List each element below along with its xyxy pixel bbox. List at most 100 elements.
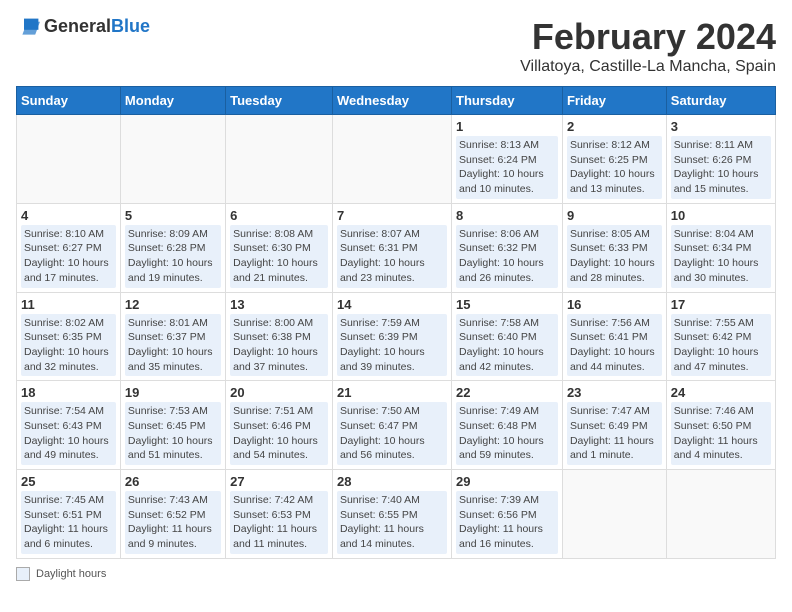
weekday-header-row: SundayMondayTuesdayWednesdayThursdayFrid… (17, 87, 776, 115)
day-number: 6 (230, 208, 328, 223)
day-number: 21 (337, 385, 447, 400)
day-number: 24 (671, 385, 771, 400)
calendar-cell: 27 Sunrise: 7:42 AMSunset: 6:53 PMDayligh… (226, 470, 333, 559)
day-info: Sunrise: 8:09 AMSunset: 6:28 PMDaylight:… (125, 225, 221, 288)
calendar-cell: 24 Sunrise: 7:46 AMSunset: 6:50 PMDayligh… (666, 381, 775, 470)
calendar-cell: 23 Sunrise: 7:47 AMSunset: 6:49 PMDayligh… (562, 381, 666, 470)
day-info: Sunrise: 8:05 AMSunset: 6:33 PMDaylight:… (567, 225, 662, 288)
day-info: Sunrise: 7:54 AMSunset: 6:43 PMDaylight:… (21, 402, 116, 465)
day-info: Sunrise: 8:11 AMSunset: 6:26 PMDaylight:… (671, 136, 771, 199)
calendar-cell (332, 115, 451, 204)
calendar-cell: 14Sunrise: 7:59 AMSunset: 6:39 PMDayligh… (332, 292, 451, 381)
day-number: 26 (125, 474, 221, 489)
day-number: 2 (567, 119, 662, 134)
calendar-cell: 29 Sunrise: 7:39 AMSunset: 6:56 PMDayligh… (452, 470, 563, 559)
day-number: 28 (337, 474, 447, 489)
weekday-header: Monday (120, 87, 225, 115)
day-info: Sunrise: 7:51 AMSunset: 6:46 PMDaylight:… (230, 402, 328, 465)
weekday-header: Thursday (452, 87, 563, 115)
calendar-cell: 8Sunrise: 8:06 AMSunset: 6:32 PMDaylight… (452, 203, 563, 292)
title-area: February 2024 Villatoya, Castille-La Man… (520, 16, 776, 76)
day-number: 11 (21, 297, 116, 312)
day-number: 29 (456, 474, 558, 489)
day-number: 25 (21, 474, 116, 489)
calendar-cell: 10 Sunrise: 8:04 AMSunset: 6:34 PMDayligh… (666, 203, 775, 292)
day-info: Sunrise: 7:43 AMSunset: 6:52 PMDaylight:… (125, 491, 221, 554)
header: GeneralBlue February 2024 Villatoya, Cas… (16, 16, 776, 76)
day-number: 3 (671, 119, 771, 134)
day-number: 27 (230, 474, 328, 489)
day-info: Sunrise: 7:58 AMSunset: 6:40 PMDaylight:… (456, 314, 558, 377)
weekday-header: Sunday (17, 87, 121, 115)
calendar-week-row: 11 Sunrise: 8:02 AMSunset: 6:35 PMDayligh… (17, 292, 776, 381)
calendar-cell (562, 470, 666, 559)
calendar-cell: 17Sunrise: 7:55 AMSunset: 6:42 PMDayligh… (666, 292, 775, 381)
day-info: Sunrise: 8:10 AMSunset: 6:27 PMDaylight:… (21, 225, 116, 288)
weekday-header: Tuesday (226, 87, 333, 115)
calendar-week-row: 25 Sunrise: 7:45 AMSunset: 6:51 PMDayligh… (17, 470, 776, 559)
day-info: Sunrise: 7:50 AMSunset: 6:47 PMDaylight:… (337, 402, 447, 465)
calendar-week-row: 4Sunrise: 8:10 AMSunset: 6:27 PMDaylight… (17, 203, 776, 292)
weekday-header: Friday (562, 87, 666, 115)
weekday-header: Saturday (666, 87, 775, 115)
day-info: Sunrise: 7:53 AMSunset: 6:45 PMDaylight:… (125, 402, 221, 465)
calendar-cell (226, 115, 333, 204)
day-number: 22 (456, 385, 558, 400)
day-info: Sunrise: 7:59 AMSunset: 6:39 PMDaylight:… (337, 314, 447, 377)
day-number: 19 (125, 385, 221, 400)
day-info: Sunrise: 7:39 AMSunset: 6:56 PMDaylight:… (456, 491, 558, 554)
footer: Daylight hours (16, 567, 776, 581)
calendar-cell: 2 Sunrise: 8:12 AMSunset: 6:25 PMDaylight… (562, 115, 666, 204)
calendar-cell: 18 Sunrise: 7:54 AMSunset: 6:43 PMDayligh… (17, 381, 121, 470)
day-number: 8 (456, 208, 558, 223)
calendar-cell: 26 Sunrise: 7:43 AMSunset: 6:52 PMDayligh… (120, 470, 225, 559)
day-number: 17 (671, 297, 771, 312)
calendar-cell: 7 Sunrise: 8:07 AMSunset: 6:31 PMDaylight… (332, 203, 451, 292)
logo-general: General (44, 16, 111, 36)
day-info: Sunrise: 8:00 AMSunset: 6:38 PMDaylight:… (230, 314, 328, 377)
day-info: Sunrise: 8:02 AMSunset: 6:35 PMDaylight:… (21, 314, 116, 377)
day-number: 7 (337, 208, 447, 223)
logo-icon (16, 17, 40, 37)
day-info: Sunrise: 7:49 AMSunset: 6:48 PMDaylight:… (456, 402, 558, 465)
logo-text: GeneralBlue (44, 16, 150, 37)
calendar-cell: 3 Sunrise: 8:11 AMSunset: 6:26 PMDaylight… (666, 115, 775, 204)
day-number: 15 (456, 297, 558, 312)
calendar-cell: 21 Sunrise: 7:50 AMSunset: 6:47 PMDayligh… (332, 381, 451, 470)
day-info: Sunrise: 8:12 AMSunset: 6:25 PMDaylight:… (567, 136, 662, 199)
calendar-cell: 16 Sunrise: 7:56 AMSunset: 6:41 PMDayligh… (562, 292, 666, 381)
calendar-week-row: 1Sunrise: 8:13 AMSunset: 6:24 PMDaylight… (17, 115, 776, 204)
calendar-cell: 15 Sunrise: 7:58 AMSunset: 6:40 PMDayligh… (452, 292, 563, 381)
day-info: Sunrise: 7:40 AMSunset: 6:55 PMDaylight:… (337, 491, 447, 554)
calendar-cell (120, 115, 225, 204)
day-info: Sunrise: 8:01 AMSunset: 6:37 PMDaylight:… (125, 314, 221, 377)
day-info: Sunrise: 8:04 AMSunset: 6:34 PMDaylight:… (671, 225, 771, 288)
day-info: Sunrise: 7:56 AMSunset: 6:41 PMDaylight:… (567, 314, 662, 377)
calendar-cell: 12Sunrise: 8:01 AMSunset: 6:37 PMDayligh… (120, 292, 225, 381)
day-number: 10 (671, 208, 771, 223)
calendar-cell: 9 Sunrise: 8:05 AMSunset: 6:33 PMDaylight… (562, 203, 666, 292)
day-info: Sunrise: 8:08 AMSunset: 6:30 PMDaylight:… (230, 225, 328, 288)
calendar-cell: 25 Sunrise: 7:45 AMSunset: 6:51 PMDayligh… (17, 470, 121, 559)
day-number: 9 (567, 208, 662, 223)
calendar-cell (17, 115, 121, 204)
day-info: Sunrise: 8:07 AMSunset: 6:31 PMDaylight:… (337, 225, 447, 288)
calendar-cell (666, 470, 775, 559)
calendar-cell: 19 Sunrise: 7:53 AMSunset: 6:45 PMDayligh… (120, 381, 225, 470)
day-info: Sunrise: 7:47 AMSunset: 6:49 PMDaylight:… (567, 402, 662, 465)
day-number: 1 (456, 119, 558, 134)
day-info: Sunrise: 7:46 AMSunset: 6:50 PMDaylight:… (671, 402, 771, 465)
day-number: 13 (230, 297, 328, 312)
day-info: Sunrise: 7:45 AMSunset: 6:51 PMDaylight:… (21, 491, 116, 554)
calendar-cell: 22 Sunrise: 7:49 AMSunset: 6:48 PMDayligh… (452, 381, 563, 470)
calendar-cell: 20Sunrise: 7:51 AMSunset: 6:46 PMDayligh… (226, 381, 333, 470)
main-title: February 2024 (520, 16, 776, 58)
subtitle: Villatoya, Castille-La Mancha, Spain (520, 58, 776, 76)
calendar-cell: 4Sunrise: 8:10 AMSunset: 6:27 PMDaylight… (17, 203, 121, 292)
day-info: Sunrise: 7:42 AMSunset: 6:53 PMDaylight:… (230, 491, 328, 554)
day-number: 18 (21, 385, 116, 400)
day-number: 16 (567, 297, 662, 312)
day-number: 23 (567, 385, 662, 400)
day-number: 5 (125, 208, 221, 223)
weekday-header: Wednesday (332, 87, 451, 115)
